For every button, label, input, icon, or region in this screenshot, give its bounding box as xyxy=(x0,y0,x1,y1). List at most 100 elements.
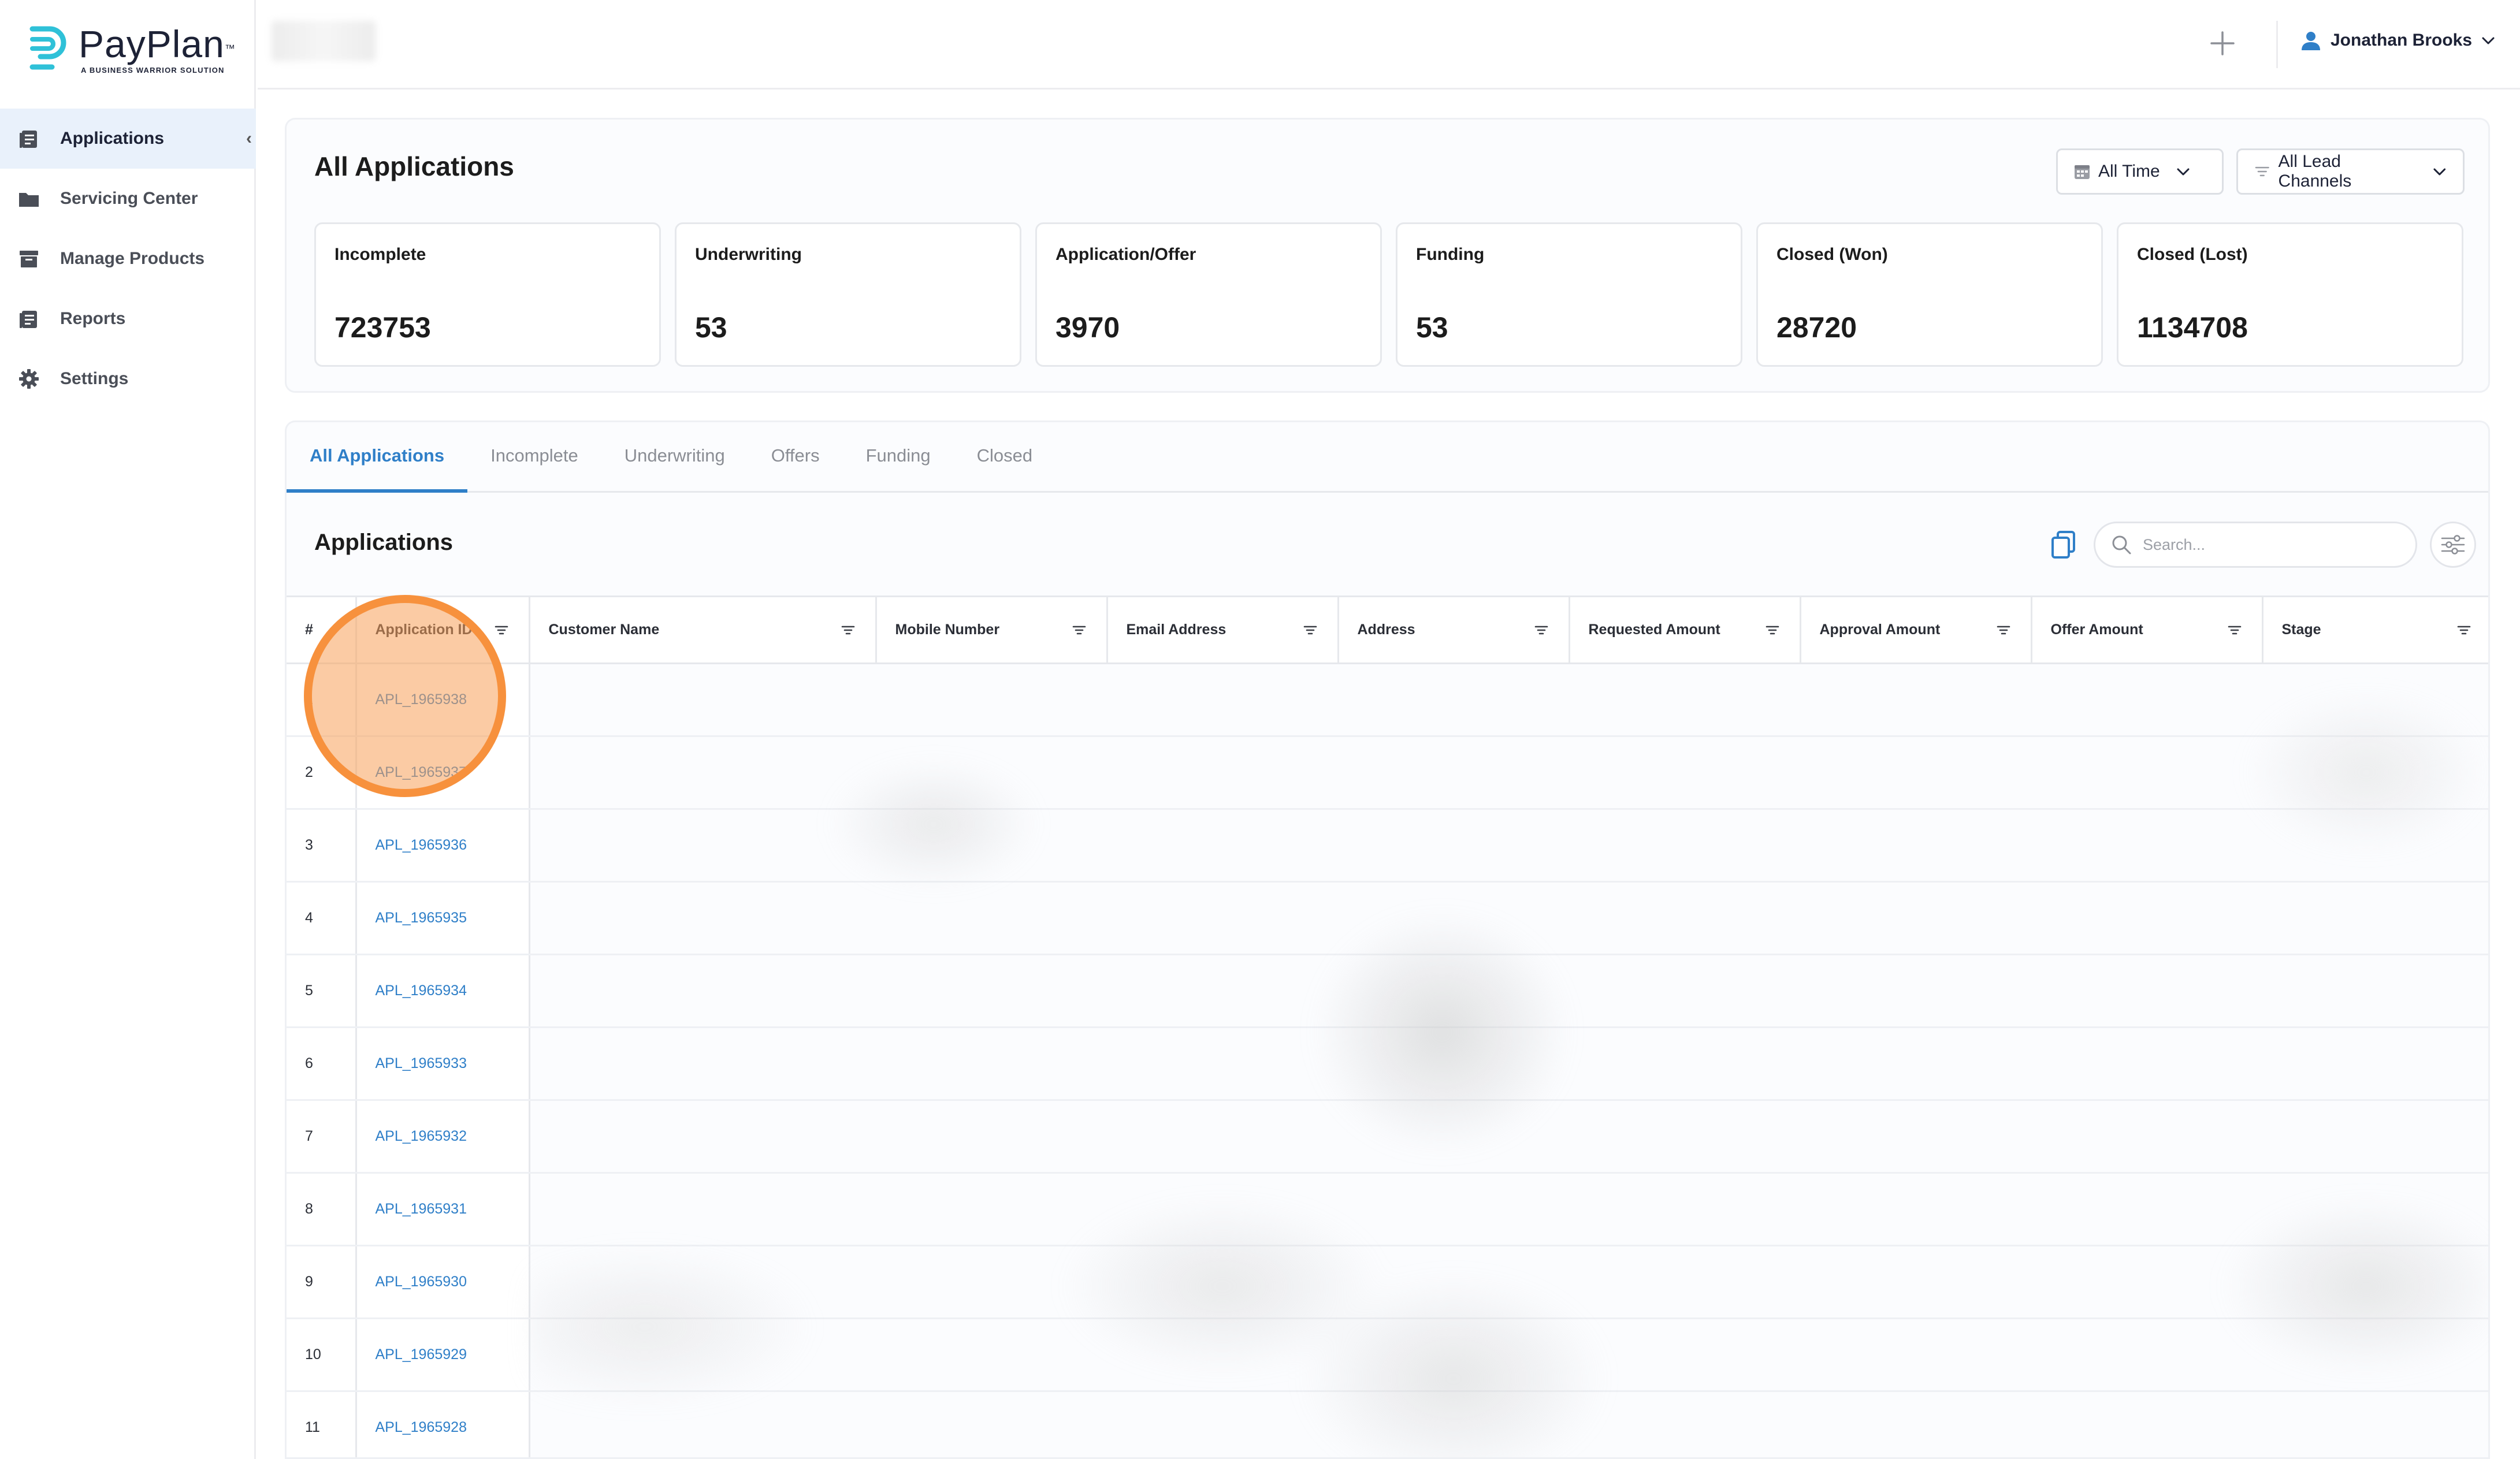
tab-offers[interactable]: Offers xyxy=(748,422,843,491)
sidebar-item-reports[interactable]: Reports xyxy=(0,289,256,349)
filter-icon[interactable] xyxy=(1995,621,2012,639)
application-id-link[interactable]: APL_1965934 xyxy=(356,954,530,1028)
application-id-link[interactable]: APL_1965933 xyxy=(356,1027,530,1101)
column-settings-button[interactable] xyxy=(2430,522,2476,568)
redacted-cells xyxy=(529,809,2488,883)
column-header-address[interactable]: Address xyxy=(1338,595,1570,664)
application-id-link[interactable]: APL_1965936 xyxy=(356,809,530,883)
redacted-cells xyxy=(529,663,2488,737)
tab-closed[interactable]: Closed xyxy=(954,422,1056,491)
user-icon xyxy=(2302,32,2320,50)
sidebar-item-label: Servicing Center xyxy=(60,189,198,208)
filter-icon[interactable] xyxy=(1302,621,1319,639)
tab-underwriting[interactable]: Underwriting xyxy=(601,422,748,491)
chevron-down-icon xyxy=(2433,168,2446,176)
row-number: 10 xyxy=(287,1318,357,1392)
sidebar-nav: Applications ‹ Servicing Center Manage P… xyxy=(0,109,256,409)
tab-funding[interactable]: Funding xyxy=(843,422,954,491)
tab-all-applications[interactable]: All Applications xyxy=(287,422,468,493)
table-row[interactable]: 5 APL_1965934 xyxy=(287,954,2488,1028)
table-row[interactable]: 2 APL_1965937 xyxy=(287,736,2488,810)
filter-icon[interactable] xyxy=(2226,621,2243,639)
application-id-link[interactable]: APL_1965935 xyxy=(356,881,530,955)
sidebar-item-servicing-center[interactable]: Servicing Center xyxy=(0,169,256,229)
filter-icon[interactable] xyxy=(839,621,857,639)
column-header-mobile-number[interactable]: Mobile Number xyxy=(876,595,1108,664)
add-button[interactable] xyxy=(2202,23,2243,64)
column-header-customer-name[interactable]: Customer Name xyxy=(529,595,877,664)
filter-icon[interactable] xyxy=(1764,621,1781,639)
payplan-logo[interactable]: PayPlan™ A BUSINESS WARRIOR SOLUTION xyxy=(29,23,236,75)
stat-card-closed-won[interactable]: Closed (Won) 28720 xyxy=(1756,222,2103,367)
application-id-link[interactable]: APL_1965937 xyxy=(356,736,530,810)
user-menu[interactable]: Jonathan Brooks xyxy=(2299,29,2496,52)
column-header-approval-amount[interactable]: Approval Amount xyxy=(1800,595,2032,664)
application-id-link[interactable]: APL_1965929 xyxy=(356,1318,530,1392)
sidebar-item-settings[interactable]: Settings xyxy=(0,349,256,409)
redacted-cells xyxy=(529,1245,2488,1319)
table-row[interactable]: 6 APL_1965933 xyxy=(287,1027,2488,1101)
row-number: 5 xyxy=(287,954,357,1028)
column-header-email-address[interactable]: Email Address xyxy=(1107,595,1339,664)
applications-panel: All Applications Incomplete Underwriting… xyxy=(285,420,2490,1459)
table-row[interactable]: 4 APL_1965935 xyxy=(287,881,2488,955)
sidebar-item-applications[interactable]: Applications ‹ xyxy=(0,109,256,169)
row-number: 2 xyxy=(287,736,357,810)
filter-icon[interactable] xyxy=(2455,621,2473,639)
copy-icon[interactable] xyxy=(2050,530,2077,560)
column-header-number[interactable]: # xyxy=(287,595,357,664)
sidebar-item-manage-products[interactable]: Manage Products xyxy=(0,229,256,289)
topbar-divider xyxy=(2276,21,2278,68)
tab-incomplete[interactable]: Incomplete xyxy=(467,422,601,491)
stat-card-application-offer[interactable]: Application/Offer 3970 xyxy=(1035,222,1382,367)
gear-icon xyxy=(19,369,39,389)
sidebar-item-label: Applications xyxy=(60,129,165,148)
application-id-link[interactable]: APL_1965931 xyxy=(356,1173,530,1246)
stat-card-incomplete[interactable]: Incomplete 723753 xyxy=(314,222,661,367)
stat-card-funding[interactable]: Funding 53 xyxy=(1396,222,1742,367)
redacted-cells xyxy=(529,1318,2488,1392)
search-input[interactable] xyxy=(2142,535,2396,554)
redacted-cells xyxy=(529,1027,2488,1101)
table-row[interactable]: 11 APL_1965928 xyxy=(287,1391,2488,1457)
filter-icon[interactable] xyxy=(1071,621,1088,639)
archive-icon xyxy=(20,251,38,267)
applications-table-wrapper: # Application ID Customer Name Mobile Nu… xyxy=(287,595,2488,1457)
top-bar: Jonathan Brooks xyxy=(258,0,2520,90)
logo-tagline: A BUSINESS WARRIOR SOLUTION xyxy=(81,66,225,75)
stat-card-closed-lost[interactable]: Closed (Lost) 1134708 xyxy=(2117,222,2463,367)
row-number: 3 xyxy=(287,809,357,883)
stat-label: Closed (Won) xyxy=(1776,245,1888,264)
stat-label: Closed (Lost) xyxy=(2137,245,2248,264)
table-row[interactable]: 10 APL_1965929 xyxy=(287,1318,2488,1392)
time-filter-dropdown[interactable]: All Time xyxy=(2056,148,2224,195)
column-header-offer-amount[interactable]: Offer Amount xyxy=(2031,595,2263,664)
stat-card-underwriting[interactable]: Underwriting 53 xyxy=(675,222,1021,367)
application-id-link[interactable]: APL_1965938 xyxy=(356,663,530,737)
application-id-link[interactable]: APL_1965930 xyxy=(356,1245,530,1319)
lead-channel-filter-dropdown[interactable]: All Lead Channels xyxy=(2236,148,2465,195)
column-header-requested-amount[interactable]: Requested Amount xyxy=(1569,595,1801,664)
column-header-stage[interactable]: Stage xyxy=(2262,595,2488,664)
chevron-left-icon[interactable]: ‹ xyxy=(239,128,259,149)
application-id-link[interactable]: APL_1965932 xyxy=(356,1100,530,1174)
search-box[interactable] xyxy=(2094,522,2417,568)
table-header-row: # Application ID Customer Name Mobile Nu… xyxy=(287,595,2488,664)
table-row[interactable]: 7 APL_1965932 xyxy=(287,1100,2488,1174)
column-header-application-id[interactable]: Application ID xyxy=(356,595,530,664)
sidebar: PayPlan™ A BUSINESS WARRIOR SOLUTION App… xyxy=(0,0,256,1459)
filter-icon[interactable] xyxy=(1533,621,1550,639)
table-row[interactable]: 8 APL_1965931 xyxy=(287,1173,2488,1246)
table-row[interactable]: 1 APL_1965938 xyxy=(287,663,2488,737)
stat-value: 53 xyxy=(1416,311,1448,344)
table-row[interactable]: 3 APL_1965936 xyxy=(287,809,2488,883)
filter-icon[interactable] xyxy=(493,621,510,639)
logo-wordmark: PayPlan™ xyxy=(79,23,236,65)
table-title: Applications xyxy=(314,530,454,555)
redacted-cells xyxy=(529,1173,2488,1246)
redacted-cells xyxy=(529,1391,2488,1457)
applications-table: # Application ID Customer Name Mobile Nu… xyxy=(287,595,2488,1457)
calendar-icon xyxy=(2075,165,2090,179)
application-id-link[interactable]: APL_1965928 xyxy=(356,1391,530,1457)
table-row[interactable]: 9 APL_1965930 xyxy=(287,1245,2488,1319)
